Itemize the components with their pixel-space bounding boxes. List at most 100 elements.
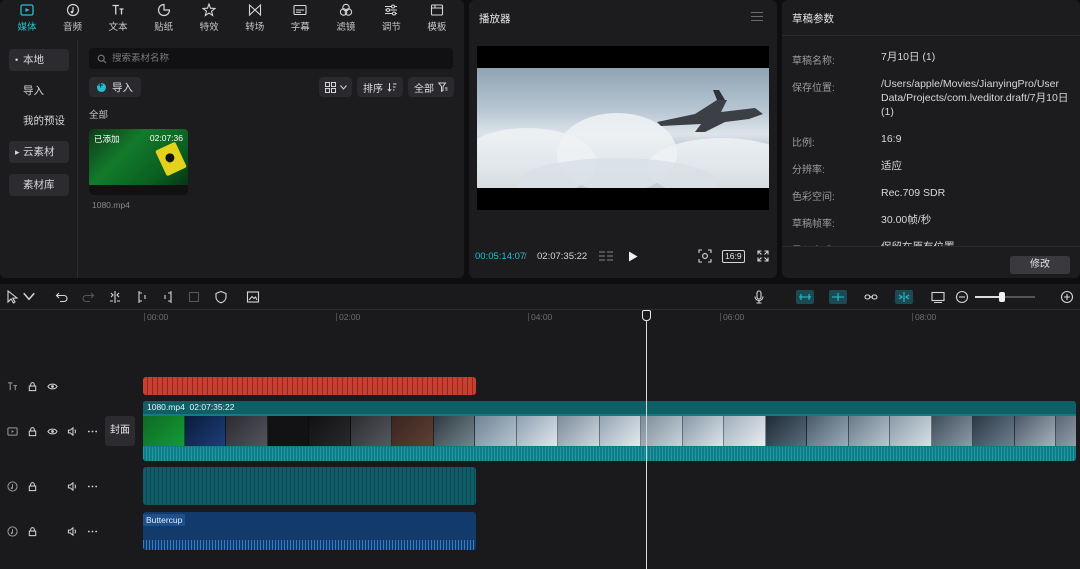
link-icon bbox=[864, 294, 878, 300]
video-frame bbox=[309, 416, 351, 446]
fullscreen-icon[interactable] bbox=[755, 248, 771, 264]
lock-icon[interactable] bbox=[26, 480, 38, 492]
timeline-view-icon[interactable] bbox=[598, 248, 614, 264]
text-track-header bbox=[0, 380, 102, 392]
text-icon bbox=[111, 3, 125, 17]
video-track-header bbox=[0, 425, 102, 437]
tab-label: 媒体 bbox=[17, 22, 37, 33]
screenshot-icon[interactable] bbox=[697, 248, 713, 264]
import-button[interactable]: 导入 bbox=[89, 77, 141, 97]
timeline-ruler[interactable]: 00:00 02:00 04:00 06:00 08:00 bbox=[142, 310, 1080, 326]
speaker-icon[interactable] bbox=[66, 425, 78, 437]
tab-effects[interactable]: 特效 bbox=[188, 0, 230, 36]
video-frame bbox=[890, 416, 932, 446]
play-button[interactable] bbox=[625, 248, 641, 264]
sort-button[interactable]: 排序 bbox=[357, 77, 403, 97]
zoom-slider-handle[interactable] bbox=[999, 292, 1005, 302]
delete-button[interactable] bbox=[186, 289, 202, 305]
audio-clip-1[interactable] bbox=[143, 467, 476, 505]
zoom-out-button[interactable] bbox=[954, 289, 970, 305]
video-frame bbox=[350, 416, 392, 446]
more-icon[interactable] bbox=[86, 525, 98, 537]
more-icon[interactable] bbox=[86, 480, 98, 492]
filter-button[interactable]: 全部 bbox=[408, 77, 454, 97]
media-thumbnail[interactable]: 已添加 02:07:36 bbox=[89, 129, 188, 195]
tab-audio[interactable]: 音频 bbox=[52, 0, 94, 36]
eye-icon[interactable] bbox=[46, 425, 58, 437]
edit-button[interactable]: 修改 bbox=[1010, 256, 1070, 274]
video-audio-waveform bbox=[143, 447, 1076, 461]
play-icon bbox=[629, 251, 638, 261]
more-icon[interactable] bbox=[86, 425, 98, 437]
media-file-name: 1080.mp4 bbox=[92, 200, 130, 210]
record-button[interactable] bbox=[751, 289, 767, 305]
split-button[interactable] bbox=[107, 289, 123, 305]
prop-label: 草稿帧率: bbox=[792, 219, 835, 230]
view-mode-button[interactable] bbox=[319, 77, 352, 97]
freeze-button[interactable] bbox=[213, 289, 229, 305]
search-input[interactable] bbox=[112, 53, 412, 64]
select-tool-button[interactable] bbox=[5, 289, 21, 305]
preview-screen[interactable] bbox=[477, 46, 769, 210]
preview-axis-button[interactable] bbox=[895, 290, 913, 304]
sidebar-item-local[interactable]: • 本地 bbox=[9, 49, 69, 71]
video-frame bbox=[1056, 416, 1076, 446]
link-button[interactable] bbox=[863, 289, 879, 305]
playhead-handle[interactable] bbox=[642, 310, 651, 321]
zoom-in-button[interactable] bbox=[1059, 289, 1075, 305]
tab-transition[interactable]: 转场 bbox=[234, 0, 276, 36]
prop-value-colorspace: Rec.709 SDR bbox=[881, 187, 946, 199]
lock-icon[interactable] bbox=[26, 380, 38, 392]
text-track-icon bbox=[6, 380, 18, 392]
tab-label: 字幕 bbox=[290, 22, 310, 33]
zoom-slider[interactable] bbox=[975, 292, 1035, 302]
tab-filter[interactable]: 滤镜 bbox=[325, 0, 367, 36]
video-frame bbox=[724, 416, 766, 446]
media-tab-bar: 媒体 音频 文本 贴纸 特效 转场 字幕 滤镜 调节 模板 bbox=[0, 0, 464, 36]
trim-left-button[interactable] bbox=[134, 289, 150, 305]
sidebar-item-import[interactable]: 导入 bbox=[9, 80, 69, 102]
template-icon bbox=[430, 3, 444, 17]
crop-button[interactable] bbox=[245, 289, 261, 305]
lock-icon[interactable] bbox=[26, 525, 38, 537]
tab-media[interactable]: 媒体 bbox=[6, 0, 48, 36]
video-clip[interactable]: 1080.mp4 02:07:35:22 bbox=[143, 401, 1076, 461]
cover-button[interactable]: 封面 bbox=[105, 416, 135, 446]
tab-text[interactable]: 文本 bbox=[97, 0, 139, 36]
eye-icon[interactable] bbox=[46, 380, 58, 392]
zoom-in-icon bbox=[1060, 290, 1074, 304]
audio-clip-2[interactable]: Buttercup bbox=[143, 512, 476, 550]
caption-button[interactable] bbox=[930, 289, 946, 305]
auto-snap-button[interactable] bbox=[829, 290, 847, 304]
aspect-ratio-button[interactable]: 16:9 bbox=[722, 250, 745, 263]
redo-button[interactable] bbox=[80, 289, 96, 305]
tab-adjust[interactable]: 调节 bbox=[370, 0, 412, 36]
tab-label: 滤镜 bbox=[336, 22, 356, 33]
video-clip-duration: 02:07:35:22 bbox=[189, 402, 235, 412]
media-sidebar: • 本地 导入 我的预设 ▸ 云素材 素材库 bbox=[0, 40, 78, 278]
funnel-icon bbox=[438, 82, 448, 92]
tab-subtitle[interactable]: 字幕 bbox=[279, 0, 321, 36]
main-track-magnet-button[interactable] bbox=[796, 290, 814, 304]
undo-button[interactable] bbox=[54, 289, 70, 305]
microphone-icon bbox=[754, 290, 764, 304]
thumbnail-art bbox=[155, 141, 187, 177]
sidebar-item-cloud[interactable]: ▸ 云素材 bbox=[9, 141, 69, 163]
chevron-down-icon[interactable] bbox=[23, 289, 35, 305]
text-clip[interactable] bbox=[143, 377, 476, 395]
prop-label: 色彩空间: bbox=[792, 192, 835, 203]
speaker-icon[interactable] bbox=[66, 480, 78, 492]
sidebar-item-presets[interactable]: 我的预设 bbox=[9, 110, 69, 132]
playhead-line[interactable] bbox=[646, 310, 647, 569]
trim-right-button[interactable] bbox=[160, 289, 176, 305]
lock-icon[interactable] bbox=[26, 425, 38, 437]
time-separator: / bbox=[524, 251, 527, 262]
sidebar-item-library[interactable]: 素材库 bbox=[9, 174, 69, 196]
effects-icon bbox=[202, 3, 217, 17]
import-button-label: 导入 bbox=[112, 81, 133, 94]
menu-icon[interactable] bbox=[751, 12, 763, 22]
tab-template[interactable]: 模板 bbox=[416, 0, 458, 36]
tab-sticker[interactable]: 贴纸 bbox=[143, 0, 185, 36]
audio-icon bbox=[66, 3, 80, 17]
speaker-icon[interactable] bbox=[66, 525, 78, 537]
